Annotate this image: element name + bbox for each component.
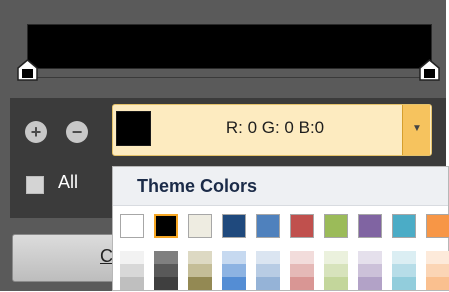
theme-shade-cell[interactable]: [188, 277, 212, 290]
theme-shade-cell[interactable]: [120, 264, 144, 277]
theme-shade-cell[interactable]: [188, 251, 212, 264]
all-label: All: [58, 172, 79, 192]
theme-shade-cell[interactable]: [426, 277, 449, 290]
theme-color-cell[interactable]: [358, 214, 382, 238]
theme-shade-cell[interactable]: [392, 264, 416, 277]
theme-color-cell[interactable]: [426, 214, 449, 238]
theme-shade-cell[interactable]: [154, 264, 178, 277]
theme-shade-cell[interactable]: [222, 277, 246, 290]
theme-shade-cell[interactable]: [392, 277, 416, 290]
dropdown-toggle-button[interactable]: ▼: [402, 105, 430, 155]
theme-shade-cell[interactable]: [222, 264, 246, 277]
theme-shade-column: [392, 251, 416, 292]
theme-colors-title: Theme Colors: [137, 176, 258, 196]
theme-color-cell[interactable]: [222, 214, 246, 238]
theme-shade-cell[interactable]: [290, 251, 314, 264]
theme-shade-cell[interactable]: [120, 277, 144, 290]
theme-shade-column: [222, 251, 246, 292]
rgb-value-text: R: 0 G: 0 B:0: [225, 118, 325, 137]
theme-shade-cell[interactable]: [290, 264, 314, 277]
chevron-down-icon: ▼: [412, 123, 422, 134]
theme-shade-cell[interactable]: [256, 277, 280, 290]
theme-shade-column: [324, 251, 348, 292]
theme-color-cell[interactable]: [120, 214, 144, 238]
close-button[interactable]: C: [12, 234, 122, 282]
theme-colors-popup: Theme Colors: [112, 166, 449, 291]
stop-track: [28, 77, 430, 78]
theme-shade-column: [290, 251, 314, 292]
theme-color-cell[interactable]: [154, 214, 178, 238]
theme-shade-column: [188, 251, 212, 292]
minus-icon: −: [71, 122, 83, 142]
plus-icon: +: [30, 122, 42, 142]
left-stop-marker-icon[interactable]: [17, 59, 38, 81]
theme-color-cell[interactable]: [188, 214, 212, 238]
remove-stop-button[interactable]: −: [66, 121, 88, 143]
add-stop-button[interactable]: +: [25, 121, 47, 143]
gradient-preview-bar[interactable]: [27, 24, 432, 69]
theme-shade-cell[interactable]: [324, 277, 348, 290]
theme-shade-cell[interactable]: [222, 251, 246, 264]
theme-shade-cell[interactable]: [358, 264, 382, 277]
theme-shade-cell[interactable]: [256, 264, 280, 277]
theme-shade-cell[interactable]: [426, 264, 449, 277]
theme-shade-column: [426, 251, 449, 292]
theme-shade-cell[interactable]: [154, 277, 178, 290]
theme-shade-cell[interactable]: [392, 251, 416, 264]
theme-shade-cell[interactable]: [256, 251, 280, 264]
theme-shade-column: [154, 251, 178, 292]
theme-color-cell[interactable]: [392, 214, 416, 238]
theme-color-cell[interactable]: [290, 214, 314, 238]
theme-shade-cell[interactable]: [154, 251, 178, 264]
all-checkbox[interactable]: [26, 176, 44, 194]
theme-shade-cell[interactable]: [426, 251, 449, 264]
theme-color-cell[interactable]: [256, 214, 280, 238]
theme-shade-cell[interactable]: [120, 251, 144, 264]
theme-shade-column: [120, 251, 144, 292]
theme-shade-cell[interactable]: [188, 264, 212, 277]
theme-shade-cell[interactable]: [324, 251, 348, 264]
theme-shade-cell[interactable]: [358, 251, 382, 264]
theme-color-cell[interactable]: [324, 214, 348, 238]
theme-shade-cell[interactable]: [324, 264, 348, 277]
theme-shade-cell[interactable]: [290, 277, 314, 290]
theme-shade-column: [256, 251, 280, 292]
theme-shade-column: [358, 251, 382, 292]
right-stop-marker-icon[interactable]: [419, 59, 440, 81]
selected-color-swatch: [116, 111, 151, 146]
theme-colors-header: Theme Colors: [113, 167, 448, 206]
theme-shade-cell[interactable]: [358, 277, 382, 290]
